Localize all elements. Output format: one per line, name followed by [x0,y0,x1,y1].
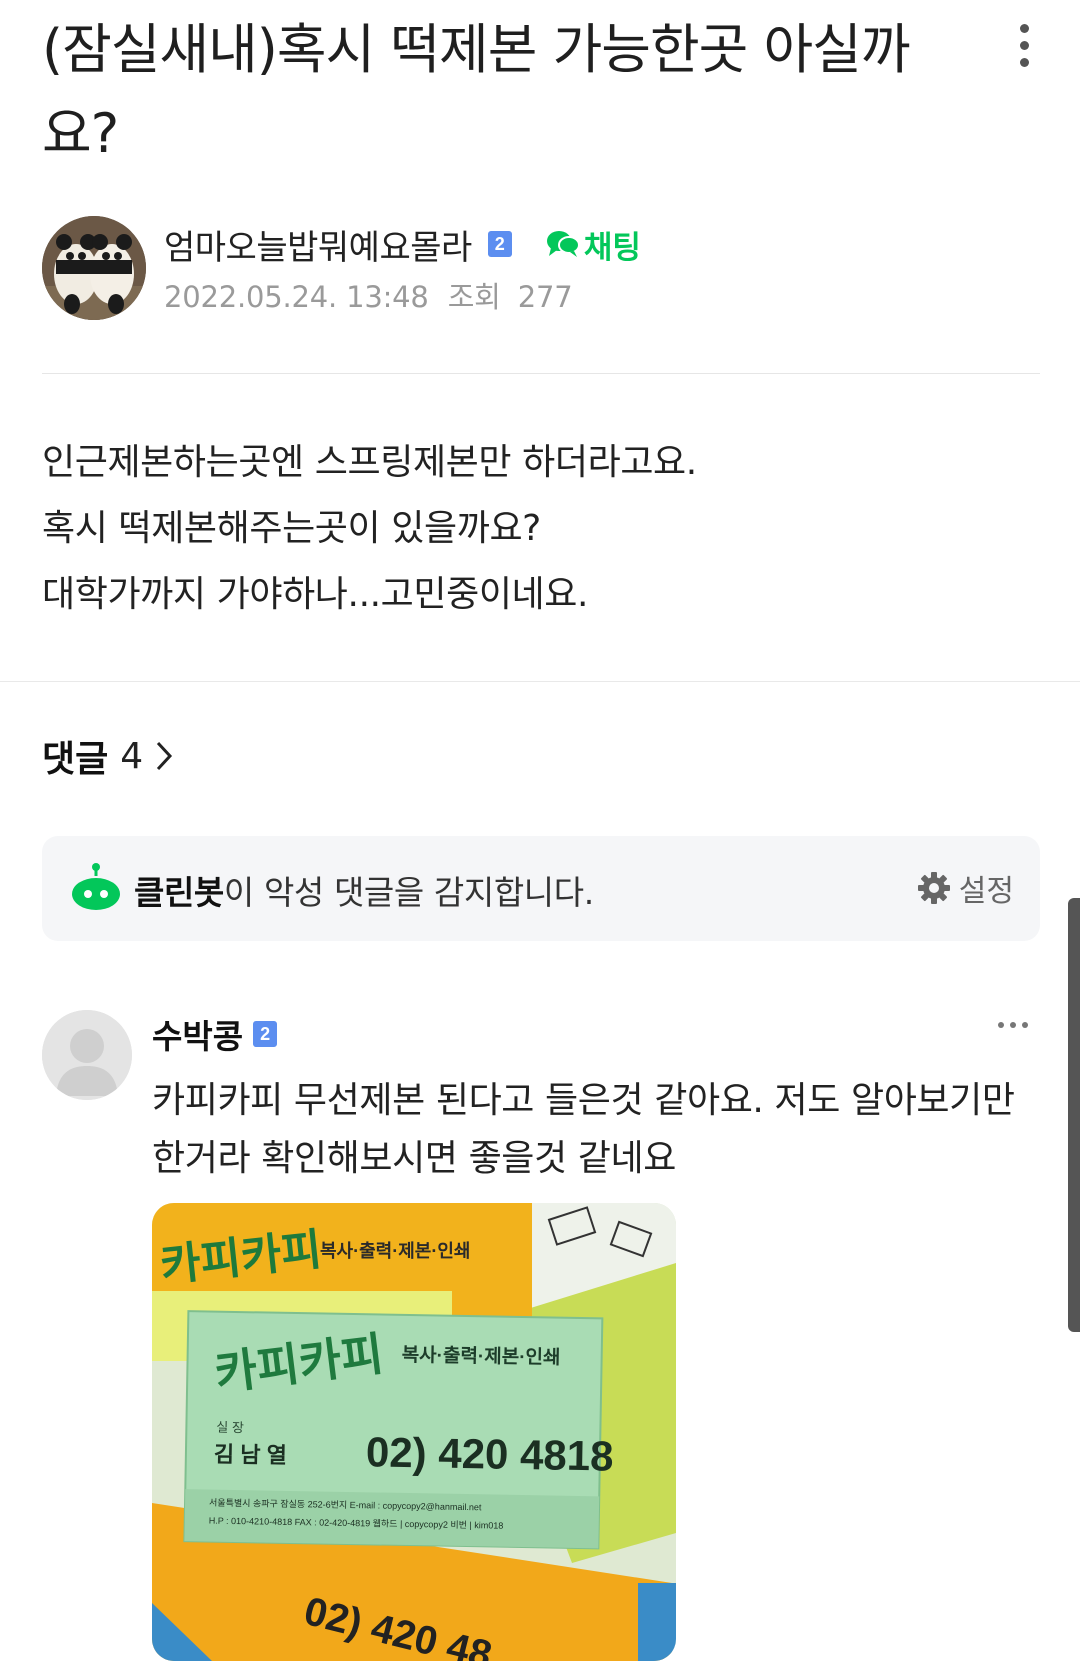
views-count: 277 [517,280,573,314]
post-body-line: 인근제본하는곳엔 스프링제본만 하더라고요. [42,442,697,483]
comment-author[interactable]: 수박콩 [152,1010,243,1058]
cleanbot-message: 클린봇이 악성 댓글을 감지합니다. [134,866,594,914]
post-body: 인근제본하는곳엔 스프링제본만 하더라고요. 혹시 떡제본해주는곳이 있을까요?… [42,430,697,628]
settings-label: 설정 [958,874,1014,909]
front-card-services: 복사·출력·제본·인쇄 [401,1344,560,1369]
divider [0,681,1080,682]
post-meta: 2022.05.24. 13:48 조회 277 [164,274,573,316]
front-card-name: 김 남 열 [214,1442,287,1468]
chevron-right-icon [157,741,173,771]
author-block: 엄마오늘밥뭐예요몰라 2 채팅 2022.05.24. 13:48 조회 277 [42,216,1042,324]
front-card-phone: 02) 420 4818 [366,1428,614,1479]
cleanbot-name: 클린봇 [134,873,224,912]
comments-count: 4 [120,735,144,777]
cleanbot-settings-button[interactable]: 설정 [917,866,1014,910]
author-avatar[interactable] [42,216,146,320]
gear-icon [917,872,950,904]
cleanbot-text: 이 악성 댓글을 감지합니다. [223,873,594,912]
member-level-badge: 2 [487,231,512,257]
chat-button[interactable]: 채팅 [546,222,641,267]
default-avatar-icon[interactable] [42,1010,132,1100]
cleanbot-banner: 클린봇이 악성 댓글을 감지합니다. 설정 [42,836,1040,941]
divider [42,373,1040,374]
more-options-icon[interactable] [992,1022,1028,1028]
comment-author-row: 수박콩 2 [152,1010,278,1058]
cleanbot-robot-icon [72,863,120,910]
more-options-icon[interactable] [1008,24,1040,76]
post-title: (잠실새내)혹시 떡제본 가능한곳 아실까요? [42,18,911,165]
author-nickname[interactable]: 엄마오늘밥뭐예요몰라 [164,220,472,269]
comment-photo[interactable]: 카피카피 복사·출력·제본·인쇄 02) 420 48 카피카피 복사·출력·제… [152,1203,676,1661]
comment-text: 카피카피 무선제본 된다고 들은것 같아요. 저도 알아보기만 한거라 확인해보… [152,1080,1015,1179]
back-card-services: 복사·출력·제본·인쇄 [320,1241,470,1261]
views-label: 조회 [447,280,501,314]
author-name-row: 엄마오늘밥뭐예요몰라 2 채팅 [164,220,641,268]
member-level-badge: 2 [253,1021,278,1047]
chat-label: 채팅 [583,229,641,266]
post-body-line: 혹시 떡제본해주는곳이 있을까요? [42,508,541,549]
comments-label: 댓글 [42,739,109,780]
front-card-title: 실 장 [216,1420,244,1435]
post-body-line: 대학가까지 가야하나...고민중이네요. [42,574,589,615]
post-header: (잠실새내)혹시 떡제본 가능한곳 아실까요? [42,8,962,176]
comments-header[interactable]: 댓글 4 [42,730,175,782]
post-date: 2022.05.24. 13:48 [164,280,429,314]
scrollbar[interactable] [1068,898,1080,1332]
chat-bubble-icon [546,231,580,257]
